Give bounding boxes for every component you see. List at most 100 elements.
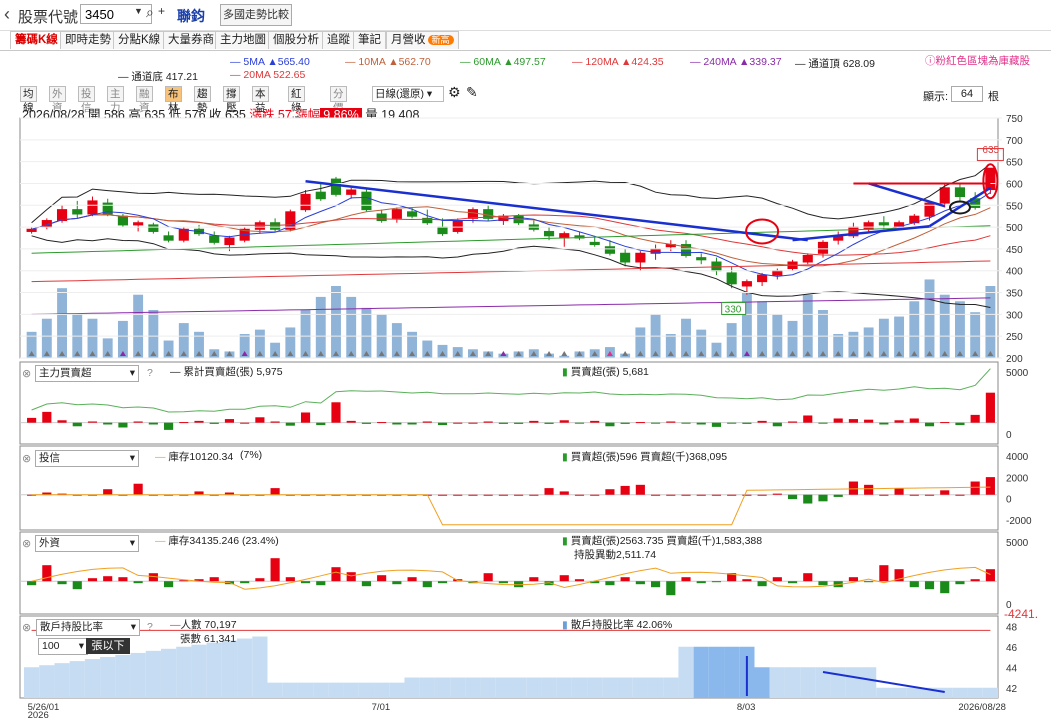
flow-bar <box>377 575 387 582</box>
flow-bar <box>179 422 189 424</box>
flow-bar <box>103 489 113 495</box>
panel2-select-label: 投信 <box>39 452 60 464</box>
flow-bar <box>544 422 554 424</box>
candle-body <box>315 191 326 200</box>
candle-body <box>604 246 615 254</box>
flow-bar <box>681 577 691 582</box>
ratio-bar <box>39 665 55 698</box>
flow-bar <box>818 581 828 586</box>
flow-bar <box>422 421 432 423</box>
flow-bar <box>757 581 767 587</box>
candle-body <box>696 257 707 261</box>
flow-bar <box>498 422 508 424</box>
candle-body <box>407 211 418 217</box>
flow-bar <box>103 422 113 425</box>
flow-bar <box>696 422 706 425</box>
panel1-select[interactable]: 主力買賣超 ▾ <box>35 365 139 382</box>
panel3-select[interactable]: 外資 ▾ <box>35 535 139 552</box>
panel4-select-label: 散戶持股比率 <box>40 621 103 633</box>
flow-bar <box>620 485 630 495</box>
flow-bar <box>316 581 326 586</box>
ratio-bar <box>602 677 618 698</box>
price-tick-label: 350 <box>1006 289 1023 300</box>
panel4-select[interactable]: 散戶持股比率 ▾ <box>36 619 140 636</box>
panel4-help-icon[interactable]: ? <box>147 621 153 633</box>
ratio-bar <box>647 677 664 698</box>
panel4-sub-select-label: 100 <box>42 640 60 652</box>
ratio-bar <box>541 677 557 698</box>
panel2-select[interactable]: 投信 ▾ <box>35 450 139 467</box>
ratio-bar <box>632 677 648 698</box>
flow-bar <box>848 481 858 495</box>
flow-bar <box>924 422 935 427</box>
panel-tick-label: 5000 <box>1006 368 1029 379</box>
panel4-people-text: 人數 70,197 <box>180 619 237 631</box>
flow-bar <box>407 422 417 425</box>
side-value: -4241. <box>1004 607 1039 621</box>
volume-bar <box>985 286 996 358</box>
panel3-select-label: 外資 <box>39 537 60 549</box>
ratio-bar <box>617 677 633 698</box>
flow-bar <box>270 421 280 423</box>
candle-body <box>72 209 83 215</box>
panel2-close-icon[interactable]: ⊗ <box>22 452 31 465</box>
candle-body <box>87 200 98 215</box>
flow-bar <box>544 488 554 495</box>
flow-bar <box>133 421 143 423</box>
candle-body <box>939 187 950 204</box>
panel3-hold: 持股異動2,511.74 <box>574 549 657 561</box>
panel4-sub-select[interactable]: 100 ▾ <box>38 638 88 655</box>
price-tick-label: 450 <box>1006 245 1023 256</box>
ratio-bar <box>313 682 329 698</box>
net-icon: ▮ <box>562 366 568 378</box>
flow-bar <box>437 422 448 426</box>
candle-body <box>376 213 387 222</box>
price-tick-label: 500 <box>1006 223 1023 234</box>
ratio-bar <box>754 667 770 698</box>
flow-bar <box>468 422 478 424</box>
flow-bar <box>377 422 387 424</box>
volume-bar <box>148 310 159 358</box>
panel4-sub-label[interactable]: 張以下 <box>86 638 130 654</box>
ratio-bar <box>526 677 542 698</box>
panel4-close-icon[interactable]: ⊗ <box>22 621 31 634</box>
flow-bar <box>620 422 630 424</box>
chart-canvas: 2002503003504004505005506006507007505/26… <box>19 114 1032 720</box>
people-line-icon: — <box>170 619 181 631</box>
panel1-net: ▮ 買賣超(張) 5,681 <box>562 364 649 379</box>
flow-bar <box>498 494 508 496</box>
candle-body <box>817 241 829 254</box>
flow-bar <box>696 494 706 496</box>
ratio-bar <box>480 677 496 698</box>
flow-bar <box>940 422 950 424</box>
flow-bar <box>209 422 219 424</box>
flow-bar <box>879 565 889 582</box>
panel-frame <box>19 361 999 445</box>
flow-bar <box>498 581 508 584</box>
panel1-close-icon[interactable]: ⊗ <box>22 367 31 380</box>
candle-body <box>209 235 220 243</box>
flow-bar <box>864 419 874 423</box>
flow-bar <box>57 581 67 585</box>
ratio-bar <box>861 667 877 698</box>
ratio-bar <box>221 640 238 698</box>
flow-bar <box>681 422 691 424</box>
flow-bar <box>985 569 995 582</box>
panel2-pct: (7%) <box>240 449 263 461</box>
flow-bar <box>955 422 965 426</box>
flow-bar <box>894 488 904 495</box>
panel3-close-icon[interactable]: ⊗ <box>22 537 31 550</box>
flow-bar <box>514 422 524 424</box>
flow-bar <box>787 421 798 423</box>
ratio-bar <box>84 659 101 698</box>
panel-tick-label: 0 <box>1006 495 1012 506</box>
panel-tick-label: 2000 <box>1006 473 1029 484</box>
panel2-inventory: — 庫存10120.34 <box>155 449 233 464</box>
ratio-bar-icon: ▮ <box>562 619 568 631</box>
flow-bar <box>133 483 143 495</box>
x-tick-label: 7/01 <box>372 702 391 713</box>
flow-bar <box>483 573 493 582</box>
volume-bar <box>757 301 768 358</box>
flow-bar <box>955 494 965 496</box>
panel1-help-icon[interactable]: ? <box>147 367 153 379</box>
